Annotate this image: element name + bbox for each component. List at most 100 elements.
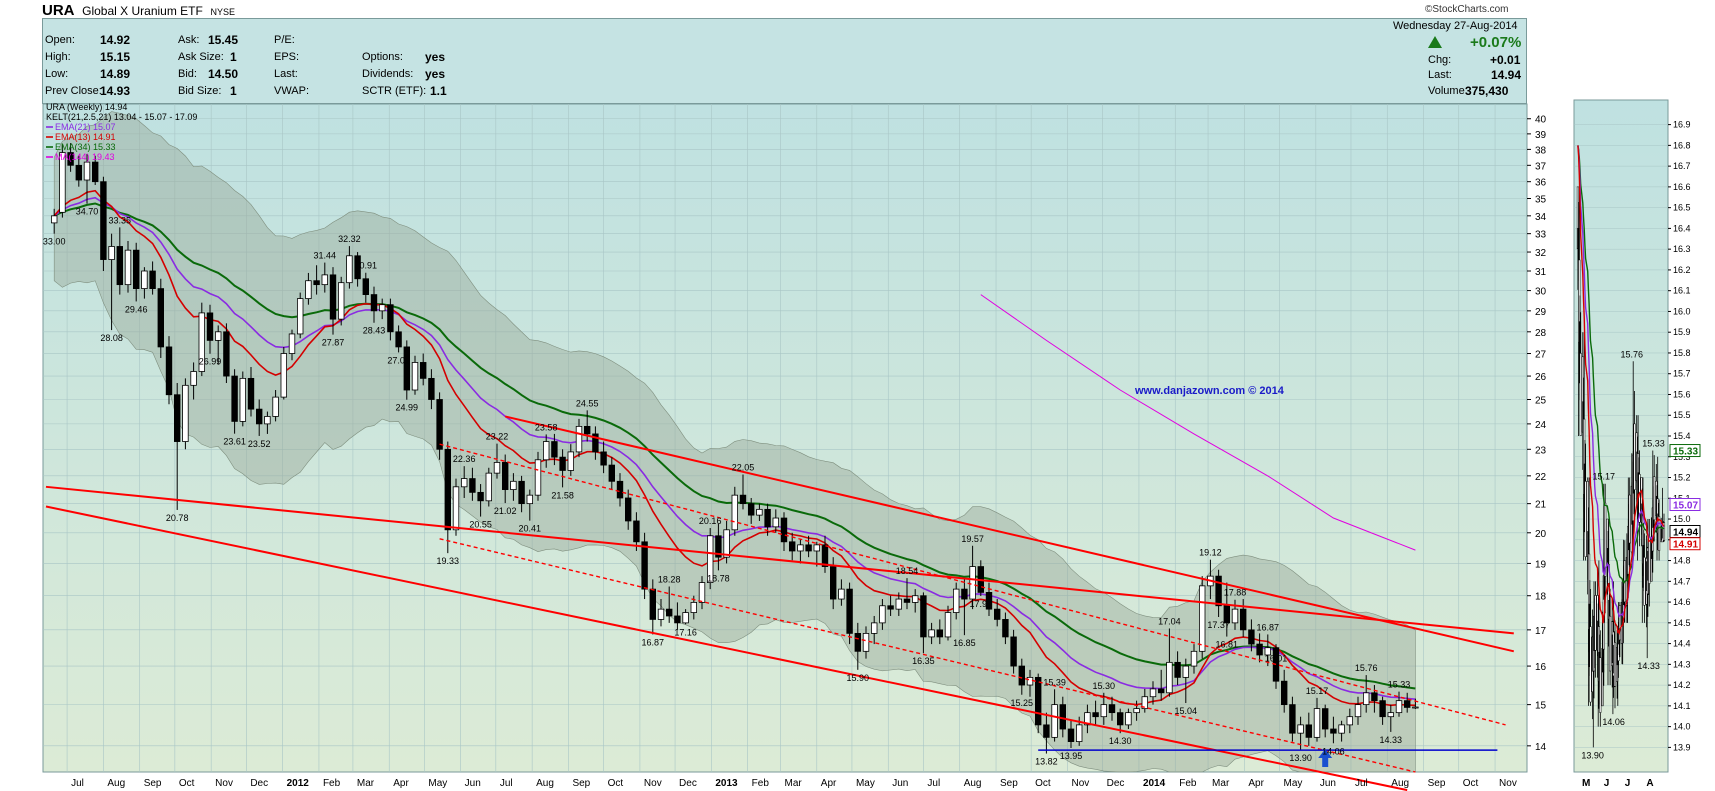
x-tick-label: Mar <box>1212 778 1230 789</box>
candle-body <box>534 459 542 496</box>
y-tick-label: 33 <box>1535 230 1547 241</box>
candle-body <box>1092 712 1099 718</box>
y-tick-label: 15.9 <box>1673 327 1691 337</box>
candle-body <box>1599 657 1602 713</box>
candle-body <box>764 508 771 528</box>
candle-body <box>1363 692 1370 706</box>
x-tick-label: Oct <box>1463 778 1479 789</box>
candle-body <box>723 529 730 558</box>
price-chart[interactable]: 33.00 34.70 28.08 33.35 29.46 20.78 26.99 23.61… <box>0 0 1715 791</box>
candle-body <box>813 544 820 552</box>
price-annotation: 16.87 <box>1257 622 1280 632</box>
candlestick <box>182 378 189 450</box>
x-tick-label: Dec <box>679 778 697 789</box>
value-label-text: 14.91 <box>1673 540 1698 551</box>
candle-body <box>854 632 861 652</box>
price-annotation: 17.16 <box>674 627 697 637</box>
price-annotation: 16.85 <box>953 638 976 648</box>
price-annotation: 15.25 <box>1011 698 1034 708</box>
price-annotation: 23.58 <box>535 422 558 432</box>
y-tick-label: 15.2 <box>1673 473 1691 483</box>
candle-body <box>1589 626 1592 703</box>
y-tick-label: 14.5 <box>1673 618 1691 628</box>
candle-body <box>600 451 607 466</box>
candle-body <box>649 588 656 620</box>
candle-body <box>789 541 796 552</box>
candle-body <box>756 508 763 516</box>
candle-body <box>469 478 476 493</box>
candle-body <box>1297 724 1304 734</box>
x-tick-label: Jun <box>892 778 908 789</box>
candle-body <box>1076 724 1083 742</box>
y-tick-label: 20 <box>1535 529 1547 540</box>
price-annotation: 29.46 <box>125 304 148 314</box>
inset-annotation: 15.76 <box>1621 349 1644 359</box>
candle-body <box>1643 557 1646 606</box>
candle-body <box>1579 353 1582 436</box>
x-tick-label: J <box>1625 778 1631 789</box>
y-tick-label: 19 <box>1535 559 1547 570</box>
price-annotation: 23.52 <box>248 439 271 449</box>
candle-body <box>805 544 812 552</box>
y-tick-label: 14 <box>1535 742 1547 753</box>
candle-body <box>247 377 255 410</box>
candle-body <box>625 497 632 522</box>
candle-body <box>559 456 566 471</box>
y-tick-label: 16.6 <box>1673 182 1691 192</box>
candle-body <box>1018 665 1025 686</box>
candle-body <box>132 249 140 290</box>
x-tick-label: Sep <box>1428 778 1446 789</box>
y-tick-label: 14.8 <box>1673 556 1691 566</box>
x-tick-label: Oct <box>608 778 624 789</box>
price-annotation: 22.36 <box>453 454 476 464</box>
candlestick <box>223 323 230 383</box>
price-annotation: 15.17 <box>1306 686 1329 696</box>
candle-body <box>362 278 369 295</box>
candle-body <box>1346 716 1353 726</box>
candle-body <box>1158 688 1165 694</box>
candle-body <box>944 612 952 638</box>
candle-body <box>1338 724 1345 734</box>
price-annotation: 16.01 <box>1265 654 1288 664</box>
x-tick-label: Aug <box>964 778 982 789</box>
candle-body <box>895 598 902 610</box>
inset-annotation: 15.17 <box>1593 472 1616 482</box>
candle-body <box>1412 706 1419 709</box>
candle-body <box>182 384 189 442</box>
y-tick-label: 16.8 <box>1673 140 1691 150</box>
candle-body <box>329 274 337 320</box>
price-annotation: 30.91 <box>355 261 378 271</box>
candle-body <box>1010 636 1017 667</box>
candle-body <box>214 331 222 341</box>
candle-body <box>1379 700 1386 718</box>
candle-body <box>821 544 829 567</box>
price-annotation: 14.33 <box>1380 735 1403 745</box>
candle-body <box>1330 728 1337 734</box>
x-tick-label: Sep <box>144 778 162 789</box>
candle-body <box>739 494 747 505</box>
y-tick-label: 14.2 <box>1673 680 1691 690</box>
price-annotation: 20.41 <box>519 524 542 534</box>
x-tick-label: Apr <box>821 778 837 789</box>
y-tick-label: 15.6 <box>1673 389 1691 399</box>
legend-entry: EMA(13) 14.91 <box>55 132 116 142</box>
price-annotation: 15.90 <box>847 673 870 683</box>
y-tick-label: 14.1 <box>1673 701 1691 711</box>
candle-body <box>1305 724 1312 738</box>
value-label-text: 15.33 <box>1673 447 1698 458</box>
candlestick <box>1199 576 1206 659</box>
candle-body <box>994 608 1001 620</box>
price-annotation: 19.57 <box>961 534 984 544</box>
y-tick-label: 25 <box>1535 395 1547 406</box>
candle-body <box>501 462 509 490</box>
candle-body <box>190 371 197 386</box>
candle-body <box>1256 643 1263 656</box>
legend-entry: EMA(34) 15.33 <box>55 142 116 152</box>
price-annotation: 14.06 <box>1322 746 1345 756</box>
candle-body <box>1628 494 1631 544</box>
price-annotation: 34.70 <box>76 207 99 217</box>
candle-body <box>543 441 550 461</box>
x-tick-label: May <box>1284 778 1303 789</box>
price-annotation: 13.82 <box>1035 757 1058 767</box>
x-tick-label: 2012 <box>287 778 310 789</box>
